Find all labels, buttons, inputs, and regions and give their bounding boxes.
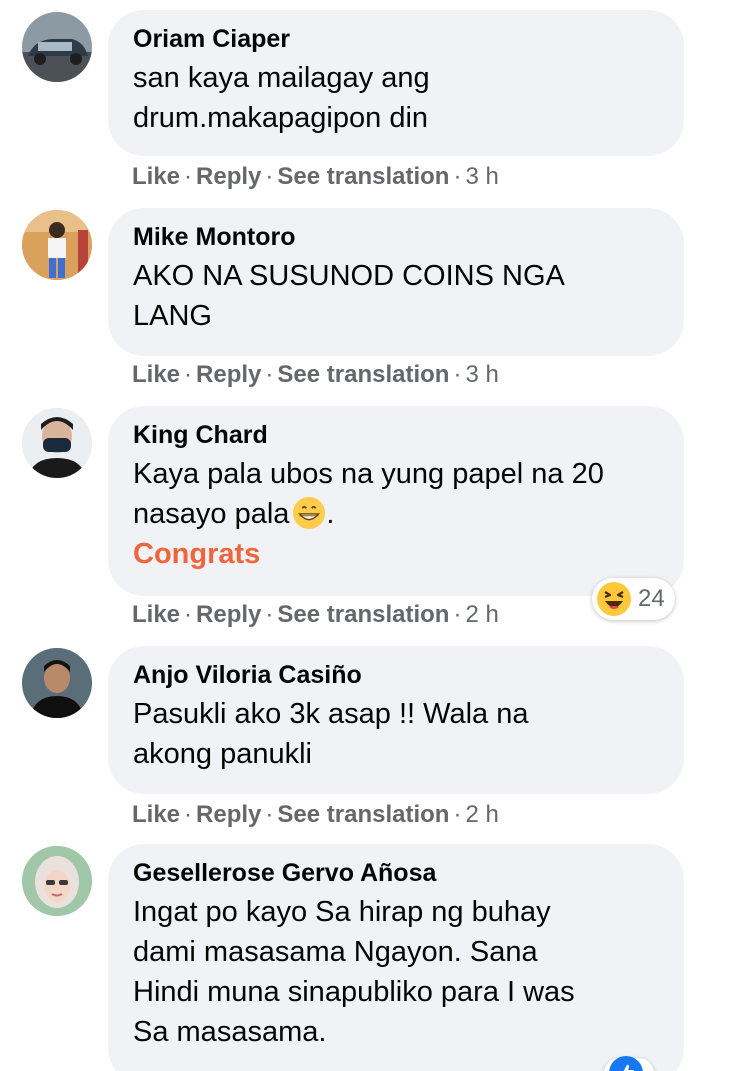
laughing-face-icon — [597, 582, 631, 616]
comment-timestamp[interactable]: 3 h — [465, 361, 498, 388]
see-translation-link[interactable]: See translation — [277, 801, 449, 828]
comment-line: san kaya mailagay ang — [133, 62, 430, 94]
reply-link[interactable]: Reply — [196, 801, 261, 828]
comment-author[interactable]: Gesellerose Gervo Añosa — [133, 858, 660, 888]
comment-author[interactable]: Anjo Viloria Casiño — [133, 660, 660, 690]
comment-author[interactable]: King Chard — [133, 420, 660, 450]
like-link[interactable]: Like — [132, 163, 180, 190]
reply-link[interactable]: Reply — [196, 163, 261, 190]
comment-line: Hindi muna sinapubliko para I was — [133, 976, 575, 1008]
reaction-summary[interactable]: 24 — [592, 578, 675, 620]
comment-timestamp[interactable]: 2 h — [465, 801, 498, 828]
avatar-car-image — [22, 12, 92, 82]
reaction-summary[interactable] — [604, 1056, 654, 1071]
like-reaction-icon — [609, 1056, 643, 1071]
reaction-count: 24 — [638, 585, 665, 612]
comment-line: drum.makapagipon din — [133, 102, 429, 134]
avatar-masked-person-image — [22, 408, 92, 478]
comment-text: Kaya pala ubos na yung papel na 20 nasay… — [133, 454, 660, 534]
see-translation-link[interactable]: See translation — [277, 601, 449, 628]
reply-link[interactable]: Reply — [196, 361, 261, 388]
grinning-face-emoji — [293, 496, 326, 530]
avatar[interactable] — [22, 12, 92, 82]
comment-line: dami masasama Ngayon. Sana — [133, 936, 538, 968]
see-translation-link[interactable]: See translation — [277, 163, 449, 190]
comment-text: san kaya mailagay ang drum.makapagipon d… — [133, 58, 660, 138]
comment-actions: Like · Reply · See translation · 3 h — [132, 361, 499, 388]
comment-text: Pasukli ako 3k asap !! Wala na akong pan… — [133, 694, 660, 774]
reply-link[interactable]: Reply — [196, 601, 261, 628]
comment-line: AKO NA SUSUNOD COINS NGA — [133, 260, 565, 292]
comment-bubble: King Chard Kaya pala ubos na yung papel … — [108, 406, 684, 596]
comment-line: Sa masasama. — [133, 1016, 327, 1048]
comment-actions: Like · Reply · See translation · 2 h — [132, 601, 499, 628]
comment-line: nasayo pala. — [133, 496, 335, 530]
congrats-highlight: Congrats — [133, 538, 261, 570]
comment-actions: Like · Reply · See translation · 3 h — [132, 163, 499, 190]
comment-line: akong panukli — [133, 738, 312, 770]
comment-line: Kaya pala ubos na yung papel na 20 — [133, 458, 604, 490]
comment-line: Ingat po kayo Sa hirap ng buhay — [133, 896, 551, 928]
like-link[interactable]: Like — [132, 601, 180, 628]
comment-author[interactable]: Oriam Ciaper — [133, 24, 660, 54]
like-link[interactable]: Like — [132, 801, 180, 828]
see-translation-link[interactable]: See translation — [277, 361, 449, 388]
comment-line: Pasukli ako 3k asap !! Wala na — [133, 698, 529, 730]
avatar[interactable] — [22, 210, 92, 280]
comment-bubble: Oriam Ciaper san kaya mailagay ang drum.… — [108, 10, 684, 156]
avatar[interactable] — [22, 846, 92, 916]
comment-thread: Oriam Ciaper san kaya mailagay ang drum.… — [0, 0, 750, 1071]
like-link[interactable]: Like — [132, 361, 180, 388]
avatar[interactable] — [22, 408, 92, 478]
avatar-person-image — [22, 210, 92, 280]
comment-timestamp[interactable]: 2 h — [465, 601, 498, 628]
comment-bubble: Mike Montoro AKO NA SUSUNOD COINS NGA LA… — [108, 208, 684, 356]
comment-line: LANG — [133, 300, 212, 332]
comment-text: Ingat po kayo Sa hirap ng buhay dami mas… — [133, 892, 660, 1052]
avatar[interactable] — [22, 648, 92, 718]
comment-bubble: Anjo Viloria Casiño Pasukli ako 3k asap … — [108, 646, 684, 794]
comment-text: AKO NA SUSUNOD COINS NGA LANG — [133, 256, 660, 336]
comment-author[interactable]: Mike Montoro — [133, 222, 660, 252]
comment-actions: Like · Reply · See translation · 2 h — [132, 801, 499, 828]
avatar-person-image — [22, 648, 92, 718]
comment-line-text: nasayo pala — [133, 498, 290, 530]
comment-bubble: Gesellerose Gervo Añosa Ingat po kayo Sa… — [108, 844, 684, 1071]
avatar-person-image — [22, 846, 92, 916]
comment-timestamp[interactable]: 3 h — [465, 163, 498, 190]
